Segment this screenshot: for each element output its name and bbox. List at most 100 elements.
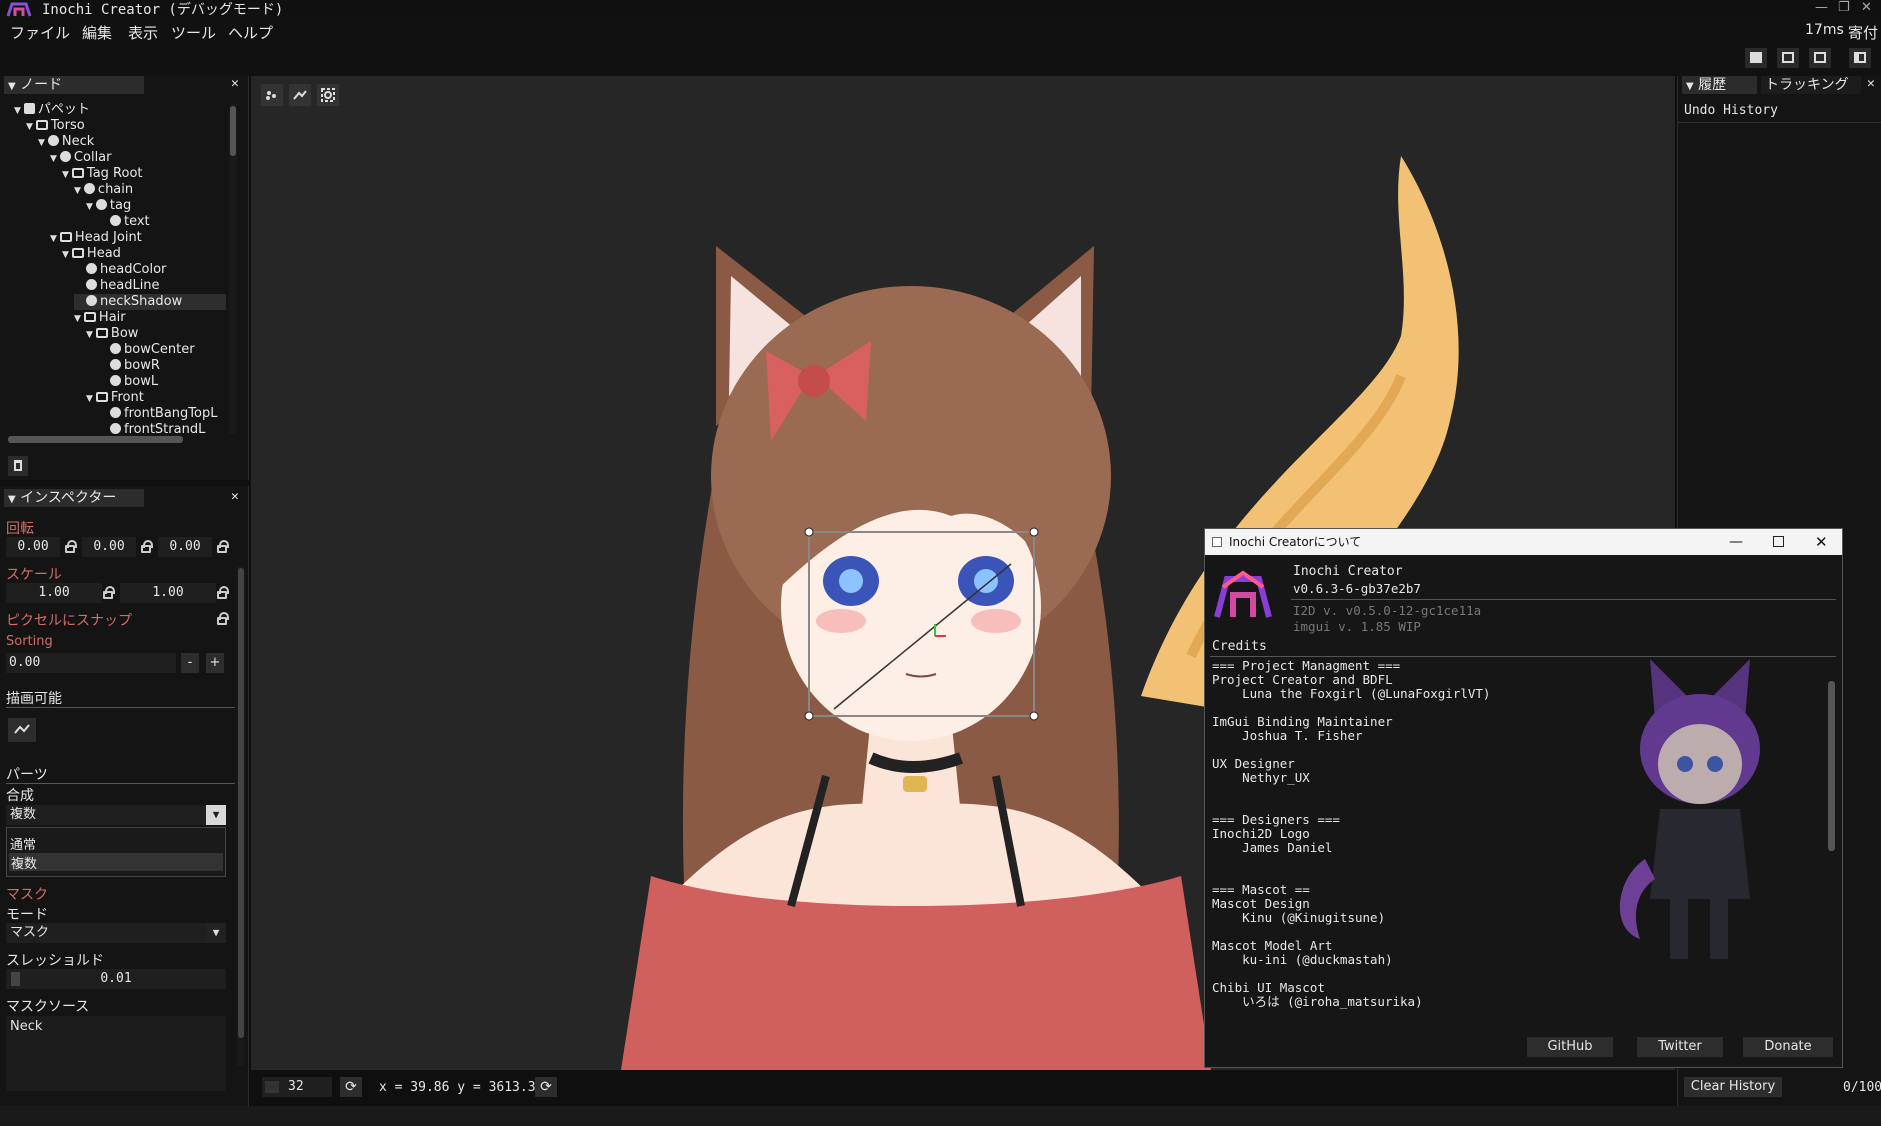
node-icon [47,135,59,146]
expand-arrow-icon[interactable]: ▼ [14,106,21,116]
zoom-checkbox[interactable] [265,1081,279,1093]
close-inspector-icon[interactable]: ✕ [231,489,239,504]
tree-node[interactable]: bowR [98,358,160,374]
close-nodes-icon[interactable]: ✕ [231,76,239,91]
expand-arrow-icon[interactable]: ▼ [74,314,81,324]
menu-help[interactable]: ヘルプ [228,22,273,43]
tree-node[interactable]: ▼ Head Joint [50,230,142,247]
expand-arrow-icon[interactable]: ▼ [74,186,81,196]
tab-tracking[interactable]: トラッキング [1761,76,1861,94]
sorting-minus-button[interactable]: - [181,653,199,673]
tree-node[interactable]: frontBangTopL [98,406,217,422]
maximize-icon[interactable] [1773,536,1784,547]
minimize-icon[interactable]: — [1815,0,1828,15]
about-app-name: Inochi Creator [1293,564,1403,579]
close-icon[interactable]: ✕ [1815,529,1828,555]
close-icon[interactable]: ✕ [1861,0,1872,15]
close-history-icon[interactable]: ✕ [1867,76,1875,91]
layout-2-button[interactable] [1777,48,1799,68]
clear-history-button[interactable]: Clear History [1684,1077,1782,1097]
tree-node[interactable]: ▼ Neck [38,134,94,151]
delete-node-button[interactable] [8,456,28,476]
tree-node-label: neckShadow [100,294,183,309]
mask-label: マスク [6,887,48,903]
tree-node[interactable]: ▼ tag [86,198,131,215]
menu-file[interactable]: ファイル [10,22,70,43]
tree-node[interactable]: bowCenter [98,342,195,358]
tree-node[interactable]: ▼ Tag Root [62,166,143,183]
donate-button[interactable]: Donate [1743,1037,1833,1057]
tree-node[interactable]: bowL [98,374,158,390]
threshold-slider[interactable]: 0.01 [6,969,226,989]
tree-hscrollbar[interactable] [8,436,183,443]
tree-node[interactable]: neckShadow [74,294,226,310]
lock-icon[interactable] [103,586,115,599]
rotation-x-field[interactable]: 0.00 [6,537,60,557]
layout-4-button[interactable] [1849,48,1871,68]
snap-lock-icon[interactable] [217,612,229,625]
layout-3-button[interactable] [1809,48,1831,68]
blend-option-normal[interactable]: 通常 [10,834,36,853]
expand-arrow-icon[interactable]: ▼ [86,330,93,340]
tree-node[interactable]: ▼ パペット [14,102,90,119]
minimize-icon[interactable]: — [1729,529,1743,555]
inspector-scrollbar[interactable] [237,566,245,1066]
reset-position-icon[interactable]: ⟳ [535,1077,557,1097]
reset-zoom-icon[interactable]: ⟳ [340,1077,362,1097]
tab-history[interactable]: ▼ 履歴 [1682,76,1757,94]
blend-option-multiply[interactable]: 複数 [9,853,223,872]
tab-inspector[interactable]: ▼ インスペクター [4,489,144,507]
github-button[interactable]: GitHub [1527,1037,1613,1057]
layout-1-button[interactable] [1745,48,1767,68]
rotation-y-field[interactable]: 0.00 [82,537,136,557]
lock-icon[interactable] [141,540,153,553]
sorting-field[interactable]: 0.00 [6,653,176,673]
tree-node[interactable]: ▼ Front [86,390,144,407]
expand-arrow-icon[interactable]: ▼ [62,250,69,260]
threshold-slider-handle[interactable] [11,972,20,986]
lock-icon[interactable] [217,540,229,553]
expand-arrow-icon[interactable]: ▼ [38,138,45,148]
mask-mode-select[interactable]: マスク [6,923,206,943]
lock-icon[interactable] [217,586,229,599]
tree-node[interactable]: ▼ Bow [86,326,138,343]
tree-node-label: bowCenter [124,342,195,357]
tree-scrollbar[interactable] [229,104,237,434]
scale-x-field[interactable]: 1.00 [6,583,102,603]
lock-icon[interactable] [65,540,77,553]
tree-node-label: tag [109,198,132,213]
node-icon [59,151,71,162]
maximize-icon[interactable]: ❐ [1838,0,1850,15]
chevron-down-icon[interactable]: ▼ [206,805,226,825]
node-tree[interactable]: ▼ パペット ▼ Torso ▼ Neck ▼ Collar ▼ Tag Root ▼ chain ▼ t… [0,76,228,434]
menu-tools[interactable]: ツール [171,22,216,43]
expand-arrow-icon[interactable]: ▼ [86,202,93,212]
tree-node[interactable]: text [98,214,150,230]
expand-arrow-icon[interactable]: ▼ [62,170,69,180]
blend-select[interactable]: 複数 [6,805,206,825]
tree-node[interactable]: headColor [74,262,166,278]
scale-y-field[interactable]: 1.00 [120,583,216,603]
tree-node[interactable]: ▼ chain [74,182,133,199]
sorting-plus-button[interactable]: + [206,653,224,673]
tree-node[interactable]: ▼ Head [62,246,121,263]
rotation-z-field[interactable]: 0.00 [158,537,212,557]
tree-node[interactable]: ▼ Hair [74,310,126,327]
mask-source-list[interactable]: Neck [6,1016,226,1091]
expand-arrow-icon[interactable]: ▼ [86,394,93,404]
tree-node[interactable]: frontStrandL [98,422,205,434]
tree-node[interactable]: ▼ Torso [26,118,85,135]
twitter-button[interactable]: Twitter [1637,1037,1723,1057]
expand-arrow-icon[interactable]: ▼ [50,154,57,164]
tree-node[interactable]: ▼ Collar [50,150,112,167]
expand-arrow-icon[interactable]: ▼ [26,122,33,132]
chevron-down-icon[interactable]: ▼ [206,923,226,943]
credits-scrollbar[interactable] [1828,681,1835,851]
node-icon [83,183,95,194]
menu-edit[interactable]: 編集 [82,22,112,43]
curve-button[interactable] [8,718,36,742]
donate-menu[interactable]: 寄付 [1848,22,1878,43]
expand-arrow-icon[interactable]: ▼ [50,234,57,244]
menu-view[interactable]: 表示 [128,22,158,43]
tree-node[interactable]: headLine [74,278,160,294]
